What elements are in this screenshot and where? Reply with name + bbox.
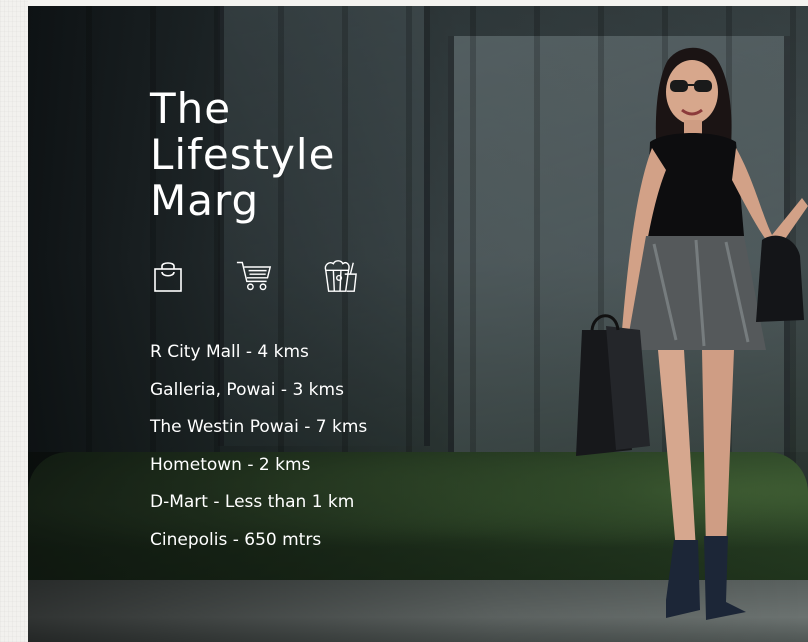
list-item: Cinepolis - 650 mtrs <box>150 529 322 550</box>
list-item: Galleria, Powai - 3 kms <box>150 379 344 400</box>
paper-texture-strip <box>0 0 28 642</box>
list-item: D-Mart - Less than 1 km <box>150 492 355 512</box>
title-line: Marg <box>150 176 260 225</box>
page-title: The Lifestyle Marg <box>150 86 470 224</box>
list-item: The Westin Powai - 7 kms <box>150 417 368 437</box>
page: The Lifestyle Marg R City Mall - 4 kms G… <box>0 0 808 642</box>
popcorn-cinema-icon <box>322 256 358 296</box>
list-item: R City Mall - 4 kms <box>150 342 309 362</box>
amenity-icons-row <box>150 256 470 296</box>
shopping-cart-icon <box>236 256 272 296</box>
lifestyle-content: The Lifestyle Marg R City Mall - 4 kms G… <box>150 86 470 559</box>
model-figure-illustration <box>576 30 808 630</box>
nearby-places-list: R City Mall - 4 kms Galleria, Powai - 3 … <box>150 334 470 559</box>
title-line: The <box>150 84 232 133</box>
shopping-bag-icon <box>150 256 186 296</box>
list-item: Hometown - 2 kms <box>150 454 311 475</box>
title-line: Lifestyle <box>150 130 336 179</box>
